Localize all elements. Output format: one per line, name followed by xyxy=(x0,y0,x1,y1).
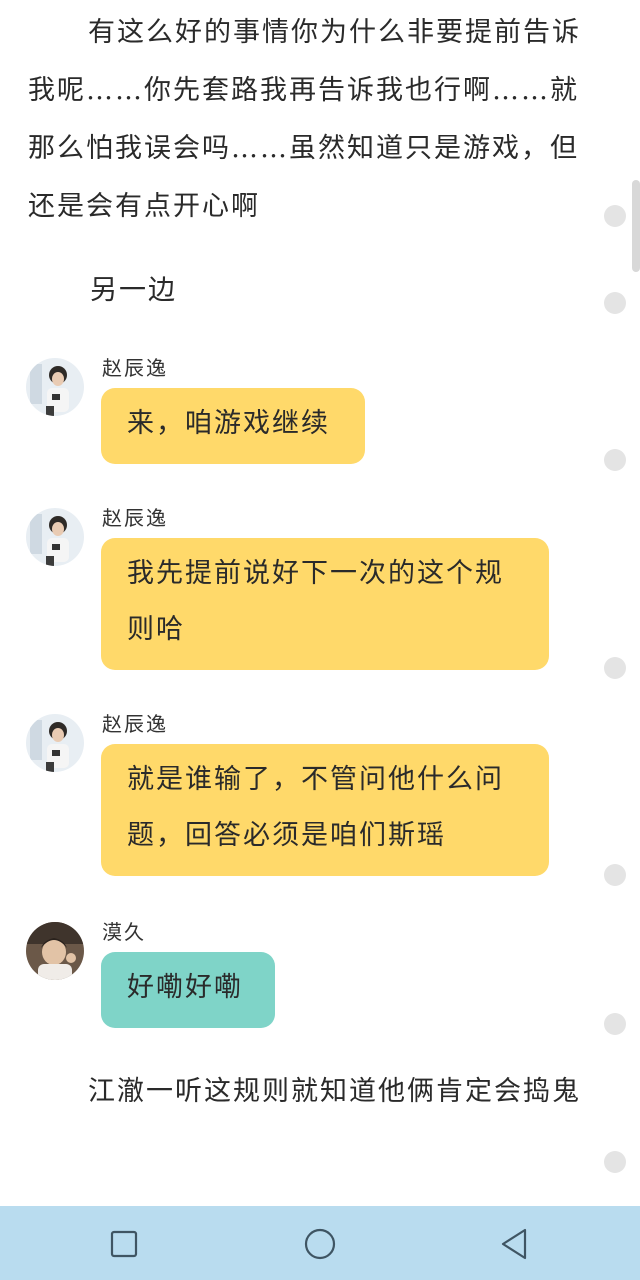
paragraph-comment-dot[interactable] xyxy=(604,205,626,227)
recent-apps-icon xyxy=(110,1230,138,1258)
avatar[interactable] xyxy=(26,714,84,772)
message-bubble[interactable]: 就是谁输了，不管问他什么问题，回答必须是咱们斯瑶 xyxy=(101,744,549,876)
home-button[interactable] xyxy=(296,1220,344,1268)
back-button[interactable] xyxy=(490,1220,538,1268)
paragraph-comment-dot[interactable] xyxy=(604,657,626,679)
avatar[interactable] xyxy=(26,508,84,566)
recent-apps-button[interactable] xyxy=(100,1220,148,1268)
story-paragraph: 江澈一听这规则就知道他俩肯定会捣鬼 xyxy=(88,1076,581,1107)
sender-name: 赵辰逸 xyxy=(102,356,168,380)
story-paragraph: 另一边 xyxy=(90,275,177,306)
story-paragraph: 有这么好的事情你为什么非要提前告诉我呢……你先套路我再告诉我也行啊……就那么怕我… xyxy=(28,17,581,222)
home-icon xyxy=(304,1228,336,1260)
sender-name: 赵辰逸 xyxy=(102,506,168,530)
message-bubble[interactable]: 我先提前说好下一次的这个规则哈 xyxy=(101,538,549,670)
paragraph-comment-dot[interactable] xyxy=(604,449,626,471)
paragraph-comment-dot[interactable] xyxy=(604,1013,626,1035)
system-navigation-bar xyxy=(0,1206,640,1280)
message-bubble[interactable]: 好嘞好嘞 xyxy=(101,952,275,1028)
sender-name: 漠久 xyxy=(102,920,146,944)
paragraph-comment-dot[interactable] xyxy=(604,292,626,314)
paragraph-comment-dot[interactable] xyxy=(604,864,626,886)
message-bubble[interactable]: 来，咱游戏继续 xyxy=(101,388,365,464)
avatar[interactable] xyxy=(26,922,84,980)
back-icon xyxy=(501,1228,527,1260)
sender-name: 赵辰逸 xyxy=(102,712,168,736)
avatar[interactable] xyxy=(26,358,84,416)
scrollbar[interactable] xyxy=(632,180,640,272)
paragraph-comment-dot[interactable] xyxy=(604,1151,626,1173)
